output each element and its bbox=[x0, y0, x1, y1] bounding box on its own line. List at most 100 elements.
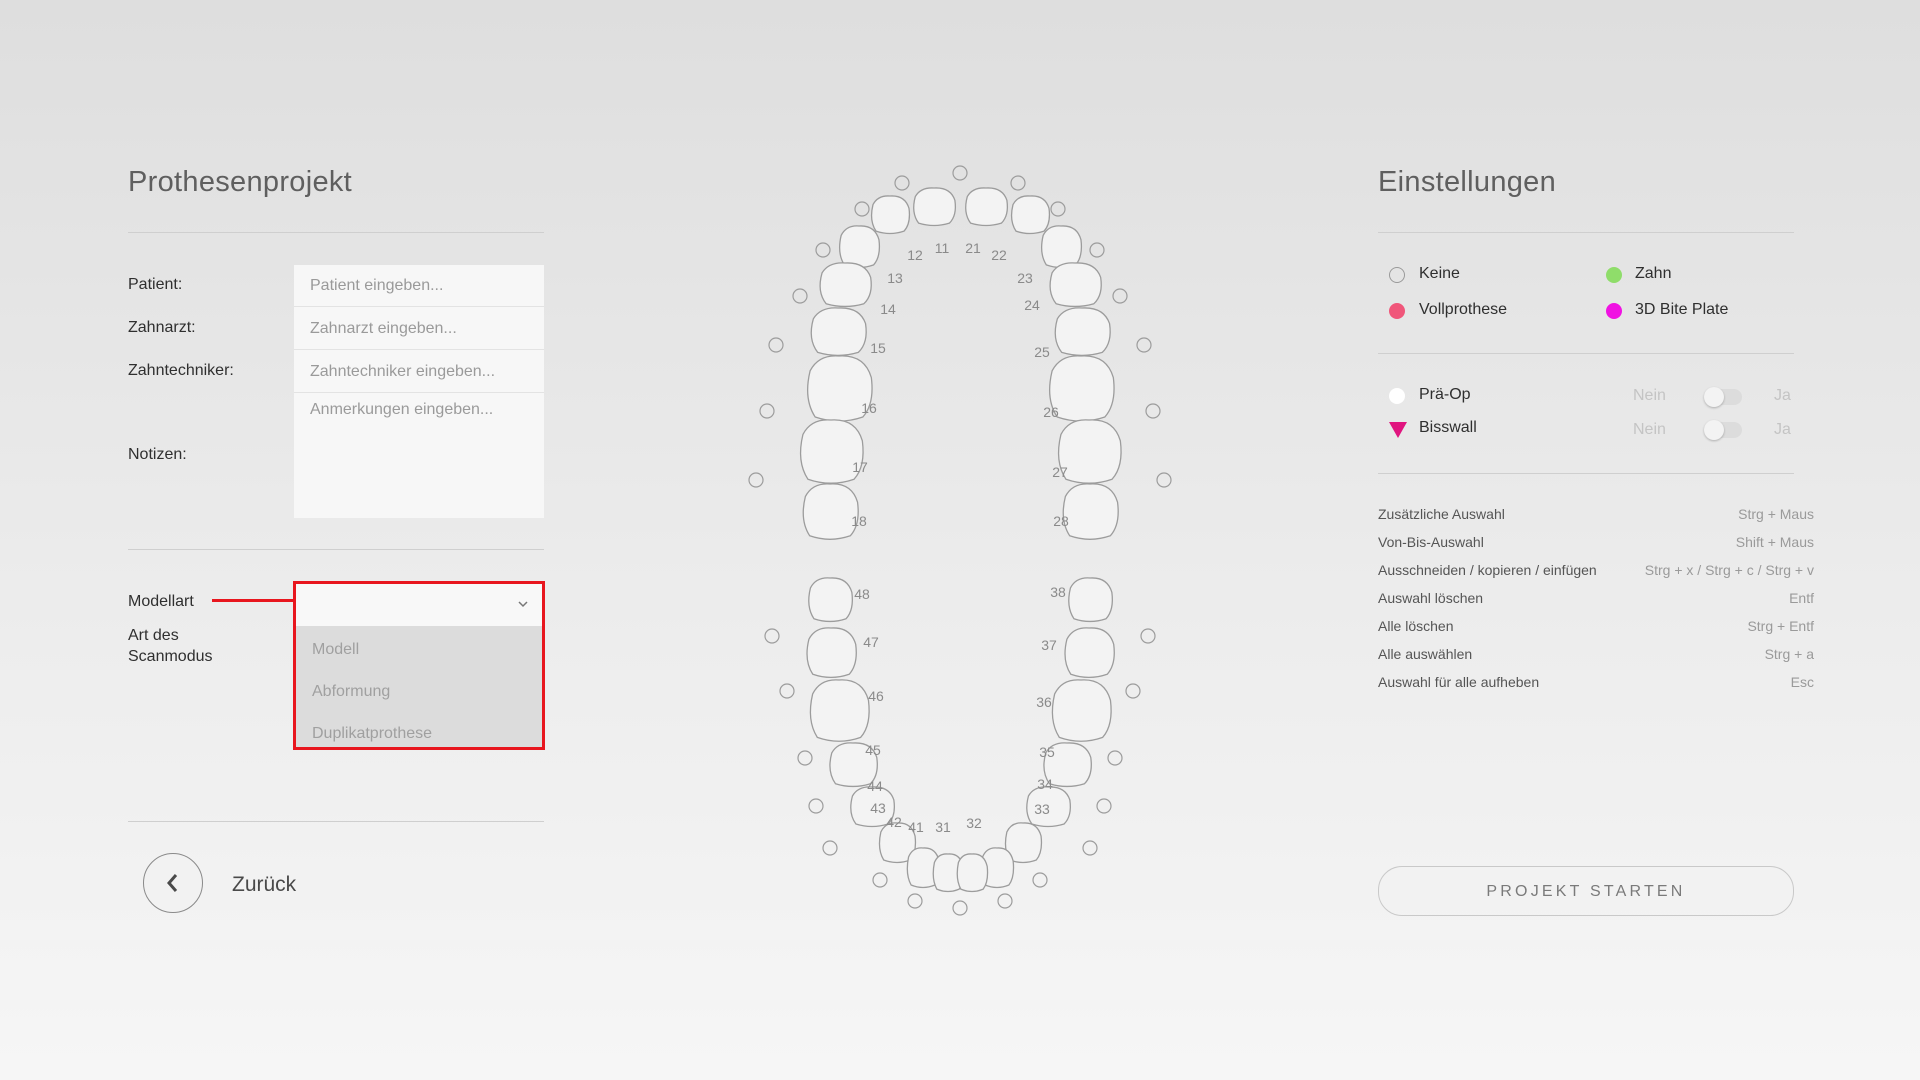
annotation-connector bbox=[212, 599, 294, 602]
tooth-marker-circle[interactable] bbox=[997, 893, 1013, 909]
tooth-shape[interactable] bbox=[1054, 307, 1111, 357]
tooth-number: 27 bbox=[1052, 464, 1068, 480]
tooth-number: 21 bbox=[965, 240, 981, 256]
dentist-input[interactable]: Zahnarzt eingeben... bbox=[294, 307, 544, 350]
tooth-marker-circle[interactable] bbox=[1010, 175, 1026, 191]
tooth-number: 38 bbox=[1050, 584, 1066, 600]
legend-bite-plate-label: 3D Bite Plate bbox=[1635, 301, 1729, 318]
tooth-marker-circle[interactable] bbox=[764, 628, 780, 644]
shortcut-keys: Entf bbox=[1789, 590, 1814, 606]
page-title: Prothesenprojekt bbox=[128, 166, 353, 198]
divider bbox=[128, 549, 544, 550]
tooth-marker-circle[interactable] bbox=[1145, 403, 1161, 419]
tooth-marker-circle[interactable] bbox=[792, 288, 808, 304]
tooth-marker-circle[interactable] bbox=[1156, 472, 1172, 488]
tooth-shape[interactable] bbox=[1049, 262, 1102, 308]
tooth-marker-circle[interactable] bbox=[1125, 683, 1141, 699]
tooth-shape[interactable] bbox=[1068, 577, 1114, 623]
divider bbox=[1378, 232, 1794, 233]
tooth-shape[interactable] bbox=[806, 627, 857, 679]
dropdown-option-abformung[interactable]: Abformung bbox=[312, 683, 390, 701]
tooth-shape[interactable] bbox=[810, 307, 867, 357]
tooth-marker-circle[interactable] bbox=[894, 175, 910, 191]
tooth-shape[interactable] bbox=[956, 853, 989, 893]
tooth-shape[interactable] bbox=[809, 679, 870, 742]
tooth-marker-circle[interactable] bbox=[1096, 798, 1112, 814]
tooth-shape[interactable] bbox=[913, 187, 957, 227]
tooth-shape[interactable] bbox=[1051, 679, 1112, 742]
tooth-number: 16 bbox=[861, 400, 877, 416]
dropdown-option-modell[interactable]: Modell bbox=[312, 641, 359, 659]
tooth-marker-circle[interactable] bbox=[797, 750, 813, 766]
shortcut-action: Von-Bis-Auswahl bbox=[1378, 534, 1484, 550]
tooth-marker-circle[interactable] bbox=[1136, 337, 1152, 353]
legend-none-label: Keine bbox=[1419, 265, 1460, 282]
tooth-marker-circle[interactable] bbox=[1140, 628, 1156, 644]
pre-op-toggle[interactable] bbox=[1704, 387, 1742, 407]
tooth-shape[interactable] bbox=[1010, 195, 1051, 235]
patient-label: Patient: bbox=[128, 276, 183, 293]
tooth-shape[interactable] bbox=[1040, 225, 1083, 269]
tooth-markers bbox=[748, 165, 1172, 916]
tooth-marker-circle[interactable] bbox=[1107, 750, 1123, 766]
dropdown-selected-field[interactable] bbox=[296, 584, 542, 626]
tooth-number: 37 bbox=[1041, 637, 1057, 653]
tooth-marker-circle[interactable] bbox=[815, 242, 831, 258]
start-project-button[interactable]: PROJEKT STARTEN bbox=[1378, 866, 1794, 916]
shortcut-row: Alle löschen Strg + Entf bbox=[1378, 618, 1814, 646]
tooth-marker-circle[interactable] bbox=[822, 840, 838, 856]
tooth-marker-circle[interactable] bbox=[872, 872, 888, 888]
tooth-shape[interactable] bbox=[802, 483, 859, 540]
tooth-shape[interactable] bbox=[808, 577, 854, 623]
tooth-number: 15 bbox=[870, 340, 886, 356]
scan-mode-label: Art des Scanmodus bbox=[128, 627, 213, 665]
shortcut-action: Auswahl für alle aufheben bbox=[1378, 674, 1540, 690]
tooth-marker-circle[interactable] bbox=[952, 165, 968, 181]
tooth-marker-circle[interactable] bbox=[1112, 288, 1128, 304]
tooth-marker-circle[interactable] bbox=[768, 337, 784, 353]
tooth-shape[interactable] bbox=[1048, 355, 1115, 422]
dentist-label: Zahnarzt: bbox=[128, 319, 196, 336]
tooth-marker-circle[interactable] bbox=[759, 403, 775, 419]
dropdown-option-duplikatprothese[interactable]: Duplikatprothese bbox=[312, 725, 432, 743]
tooth-marker-circle[interactable] bbox=[1032, 872, 1048, 888]
tooth-marker-circle[interactable] bbox=[808, 798, 824, 814]
tooth-number: 13 bbox=[887, 270, 903, 286]
tooth-marker-circle[interactable] bbox=[854, 201, 870, 217]
tooth-numbers: 12 11 21 22 13 23 14 24 15 25 16 26 17 27 18 28 48 38 47 37… bbox=[851, 240, 1069, 835]
tooth-marker-circle[interactable] bbox=[1089, 242, 1105, 258]
tooth-marker-circle[interactable] bbox=[1082, 840, 1098, 856]
tooth-number: 22 bbox=[991, 247, 1007, 263]
divider bbox=[128, 821, 544, 822]
tooth-shape[interactable] bbox=[1062, 483, 1119, 540]
tooth-shape[interactable] bbox=[819, 262, 872, 308]
lower-jaw bbox=[806, 577, 1115, 893]
bisswall-triangle-icon bbox=[1389, 422, 1407, 438]
shortcut-row: Alle auswählen Strg + a bbox=[1378, 646, 1814, 674]
model-type-dropdown[interactable]: Modell Abformung Duplikatprothese bbox=[293, 581, 545, 750]
tooth-shape[interactable] bbox=[965, 187, 1009, 227]
shortcut-row: Zusätzliche Auswahl Strg + Maus bbox=[1378, 506, 1814, 534]
tooth-shape[interactable] bbox=[1064, 627, 1115, 679]
back-label[interactable]: Zurück bbox=[232, 873, 296, 897]
tooth-shape[interactable] bbox=[870, 195, 911, 235]
tooth-number: 24 bbox=[1024, 297, 1040, 313]
tooth-marker-circle[interactable] bbox=[1050, 201, 1066, 217]
settings-title: Einstellungen bbox=[1378, 166, 1557, 198]
tooth-marker-circle[interactable] bbox=[779, 683, 795, 699]
tooth-marker-circle[interactable] bbox=[748, 472, 764, 488]
bisswall-toggle[interactable] bbox=[1704, 420, 1742, 440]
tooth-marker-circle[interactable] bbox=[952, 900, 968, 916]
tooth-shape[interactable] bbox=[838, 225, 881, 269]
divider bbox=[1378, 473, 1794, 474]
tooth-marker-circle[interactable] bbox=[907, 893, 923, 909]
tooth-number: 25 bbox=[1034, 344, 1050, 360]
patient-input[interactable]: Patient eingeben... bbox=[294, 265, 544, 307]
back-button[interactable] bbox=[143, 853, 203, 913]
bisswall-off-label: Nein bbox=[1633, 421, 1666, 438]
tooth-shape[interactable] bbox=[1057, 419, 1122, 484]
technician-input[interactable]: Zahntechniker eingeben... bbox=[294, 350, 544, 393]
patient-placeholder: Patient eingeben... bbox=[310, 277, 444, 294]
tooth-number: 41 bbox=[908, 819, 924, 835]
notes-textarea[interactable]: Anmerkungen eingeben... bbox=[294, 393, 544, 518]
